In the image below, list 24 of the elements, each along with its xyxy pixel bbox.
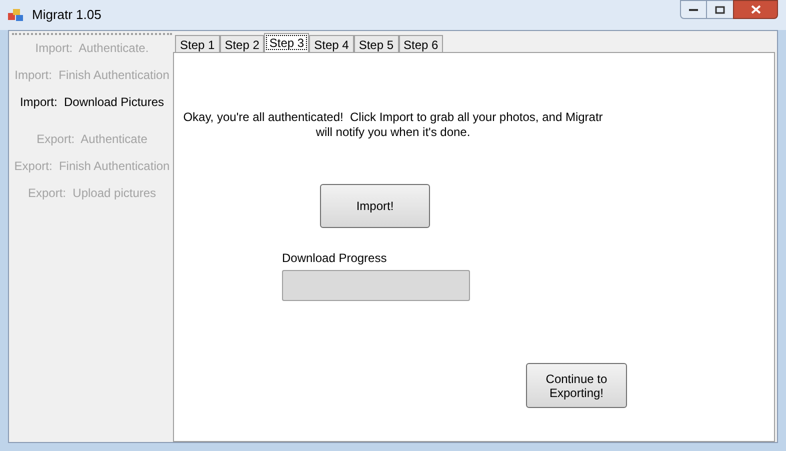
tab[interactable]: Step 2 — [220, 35, 264, 52]
tab[interactable]: Step 4 — [309, 35, 354, 52]
window-title: Migratr 1.05 — [32, 6, 102, 24]
app-icon — [8, 8, 24, 22]
sidebar-step: Import: Authenticate. — [35, 35, 149, 62]
sidebar-step: Import: Finish Authentication — [14, 62, 170, 89]
tab[interactable]: Step 3 — [264, 33, 310, 52]
maximize-button[interactable] — [707, 0, 733, 19]
minimize-icon — [689, 8, 698, 12]
maximize-icon — [715, 6, 725, 14]
continue-button[interactable]: Continue to Exporting! — [526, 363, 627, 408]
close-button[interactable] — [733, 0, 778, 19]
sidebar-step: Export: Authenticate — [36, 126, 148, 153]
tab[interactable]: Step 6 — [398, 35, 444, 52]
import-button[interactable]: Import! — [320, 184, 430, 228]
progress-label: Download Progress — [282, 250, 387, 267]
tab[interactable]: Step 1 — [175, 35, 220, 52]
sidebar-step: Import: Download Pictures — [20, 89, 164, 116]
sidebar-step: Export: Upload pictures — [28, 180, 156, 207]
message-text: Okay, you're all authenticated! Click Import to grab all your photos, and Migratr will notify you when it's done. — [183, 110, 603, 140]
minimize-button[interactable] — [680, 0, 707, 19]
close-icon — [750, 5, 760, 14]
sidebar-step: Export: Finish Authentication — [14, 153, 170, 180]
tab[interactable]: Step 5 — [354, 35, 399, 52]
